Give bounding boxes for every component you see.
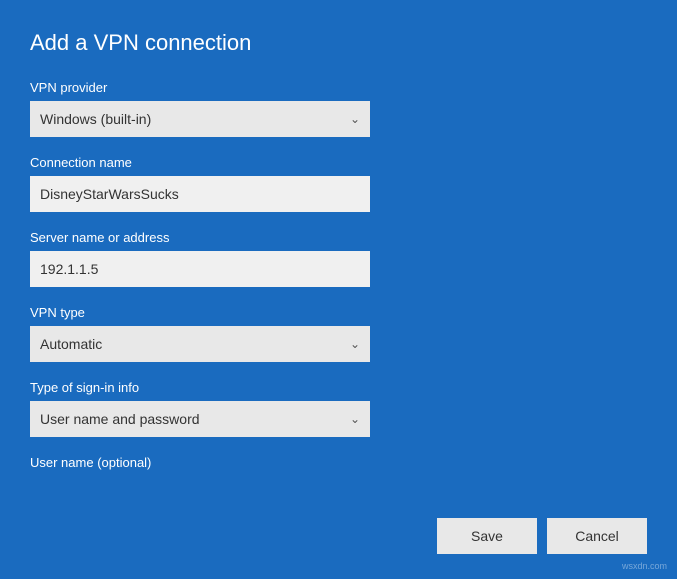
vpn-provider-select[interactable]: Windows (built-in) — [30, 101, 370, 137]
sign-in-type-select[interactable]: User name and password — [30, 401, 370, 437]
sign-in-type-group: Type of sign-in info User name and passw… — [30, 380, 647, 437]
username-label: User name (optional) — [30, 455, 647, 470]
connection-name-input[interactable] — [30, 176, 370, 212]
vpn-dialog: Add a VPN connection VPN provider Window… — [0, 0, 677, 579]
server-name-label: Server name or address — [30, 230, 647, 245]
cancel-button[interactable]: Cancel — [547, 518, 647, 554]
save-button[interactable]: Save — [437, 518, 537, 554]
sign-in-type-label: Type of sign-in info — [30, 380, 647, 395]
dialog-footer: Save Cancel — [437, 518, 647, 554]
watermark: wsxdn.com — [622, 561, 667, 571]
vpn-provider-select-wrapper[interactable]: Windows (built-in) ⌄ — [30, 101, 370, 137]
connection-name-label: Connection name — [30, 155, 647, 170]
sign-in-type-select-wrapper[interactable]: User name and password ⌄ — [30, 401, 370, 437]
vpn-type-label: VPN type — [30, 305, 647, 320]
vpn-provider-group: VPN provider Windows (built-in) ⌄ — [30, 80, 647, 137]
vpn-type-select-wrapper[interactable]: Automatic ⌄ — [30, 326, 370, 362]
connection-name-group: Connection name — [30, 155, 647, 212]
vpn-type-group: VPN type Automatic ⌄ — [30, 305, 647, 362]
dialog-title: Add a VPN connection — [30, 30, 647, 56]
server-name-group: Server name or address — [30, 230, 647, 287]
server-name-input[interactable] — [30, 251, 370, 287]
vpn-provider-label: VPN provider — [30, 80, 647, 95]
username-group: User name (optional) — [30, 455, 647, 476]
vpn-type-select[interactable]: Automatic — [30, 326, 370, 362]
